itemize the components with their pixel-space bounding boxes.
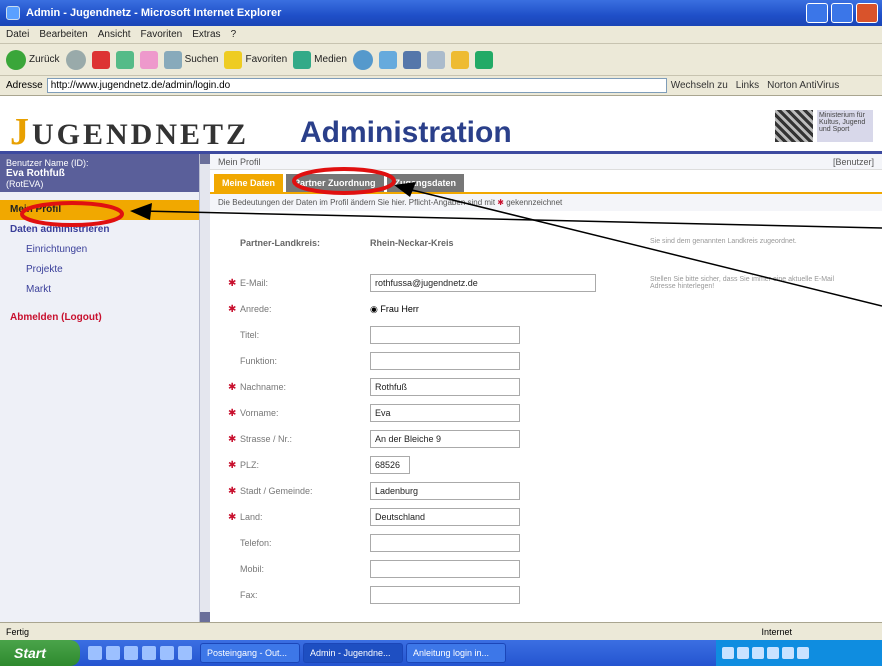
quick-launch [80,646,200,660]
outlook-quicklaunch-icon[interactable] [106,646,120,660]
annotation-arrow-profil [141,210,882,229]
task-anleitung[interactable]: Anleitung login in... [406,643,506,663]
tray-icon[interactable] [797,647,809,659]
tray-icon[interactable] [737,647,749,659]
ie-quicklaunch-icon[interactable] [88,646,102,660]
status-text: Fertig [6,626,30,637]
tray-icon[interactable] [752,647,764,659]
annotation-ellipse-profil [20,201,124,227]
annotation-arrowhead-profil [130,203,152,220]
system-tray [716,640,882,666]
taskbar: Start Posteingang - Out... Admin - Jugen… [0,640,882,666]
desktop-quicklaunch-icon[interactable] [124,646,138,660]
explorer-quicklaunch-icon[interactable] [142,646,156,660]
tray-icon[interactable] [782,647,794,659]
task-admin[interactable]: Admin - Jugendne... [303,643,403,663]
app2-quicklaunch-icon[interactable] [178,646,192,660]
tray-icon[interactable] [722,647,734,659]
internet-zone: Internet [761,626,792,637]
task-outlook[interactable]: Posteingang - Out... [200,643,300,663]
status-bar: Fertig Internet [0,622,882,640]
start-button[interactable]: Start [0,640,80,666]
annotation-arrowhead-tab [394,182,416,197]
annotation-ellipse-tab [292,167,396,195]
app-quicklaunch-icon[interactable] [160,646,174,660]
tray-icon[interactable] [767,647,779,659]
annotation-arrow-tab [403,187,882,307]
annotation-overlay [20,167,882,307]
